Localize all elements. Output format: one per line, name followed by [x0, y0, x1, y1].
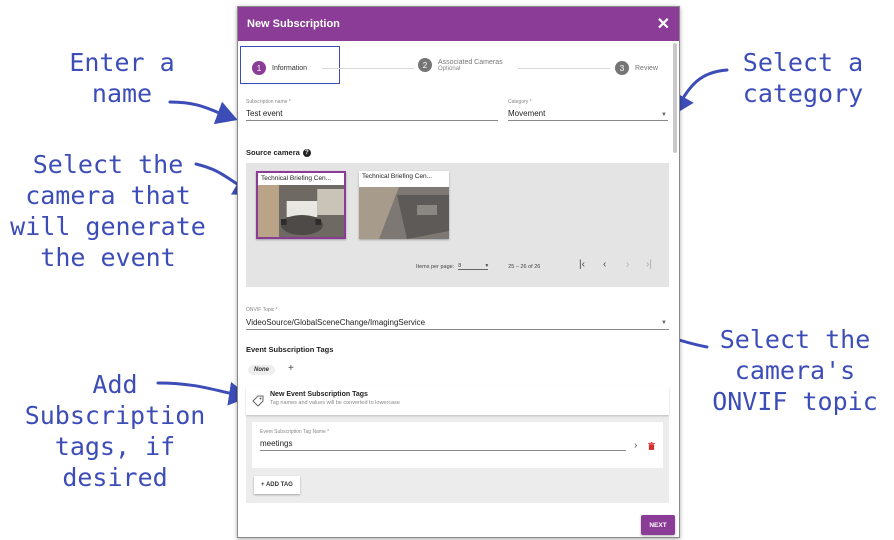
next-button[interactable]: NEXT	[641, 515, 675, 535]
tag-icon	[252, 395, 264, 407]
items-per-page-select[interactable]: 8 ▾	[458, 263, 489, 270]
camera-thumbnail	[359, 187, 449, 239]
chevron-right-icon[interactable]: ›	[634, 440, 637, 451]
step-associated-cameras[interactable]: 2 Associated Cameras Optional	[418, 58, 503, 72]
step-review[interactable]: 3 Review	[615, 61, 658, 75]
chevron-down-icon[interactable]: ▼	[661, 112, 667, 118]
prev-page-icon[interactable]: ‹	[603, 259, 606, 270]
first-page-icon[interactable]: |‹	[579, 259, 585, 270]
camera-thumbnail	[258, 185, 344, 237]
step-label: Review	[635, 64, 658, 72]
stepper: 1 Information 2 Associated Cameras Optio…	[238, 41, 679, 89]
dialog-title: New Subscription	[247, 18, 340, 30]
callout-select-camera: Select the camera that will generate the…	[10, 150, 206, 272]
tag-chip-none[interactable]: None	[248, 365, 275, 375]
camera-card-selected[interactable]: Technical Briefing Cen...	[256, 171, 346, 239]
items-per-page-label: Items per page:	[416, 263, 455, 270]
source-camera-heading: Source camera?	[246, 148, 311, 158]
event-subscription-tags-heading: Event Subscription Tags	[246, 345, 334, 354]
camera-card[interactable]: Technical Briefing Cen...	[359, 171, 449, 239]
last-page-icon[interactable]: ›|	[646, 259, 652, 270]
new-tags-panel: New Event Subscription Tags Tag names an…	[246, 387, 669, 503]
help-icon[interactable]: ?	[302, 149, 311, 158]
delete-icon[interactable]	[648, 442, 655, 450]
subscription-name-label: Subscription name *	[246, 99, 291, 105]
camera-name: Technical Briefing Cen...	[261, 175, 332, 182]
step-sublabel: Optional	[438, 65, 461, 72]
new-subscription-dialog: New Subscription ✕ 1 Information 2 Assoc…	[237, 6, 680, 538]
step-number: 1	[252, 61, 266, 75]
step-connector	[518, 68, 610, 69]
step-number: 2	[418, 58, 432, 72]
chevron-down-icon[interactable]: ▼	[661, 320, 667, 326]
tag-name-label: Event Subscription Tag Name *	[260, 429, 330, 435]
add-tag-button[interactable]: + ADD TAG	[254, 476, 300, 494]
step-information[interactable]: 1 Information	[252, 61, 307, 75]
callout-add-tags: Add Subscription tags, if desired	[24, 370, 206, 492]
source-camera-label: Source camera	[246, 148, 300, 157]
onvif-topic-select[interactable]: VideoSource/GlobalSceneChange/ImagingSer…	[246, 318, 669, 330]
callout-select-onvif: Select the camera's ONVIF topic	[712, 325, 878, 416]
step-number: 3	[615, 61, 629, 75]
new-tags-title: New Event Subscription Tags	[270, 391, 368, 398]
callout-select-category: Select a category	[742, 48, 864, 108]
camera-name: Technical Briefing Cen...	[362, 173, 433, 180]
close-icon[interactable]: ✕	[657, 14, 670, 34]
tag-name-input[interactable]: meetings	[260, 439, 626, 451]
new-tags-header: New Event Subscription Tags Tag names an…	[246, 387, 669, 415]
pagination-bar: Items per page: 8 ▾ 25 – 26 of 26	[416, 263, 540, 270]
camera-grid: Technical Briefing Cen... Technical Brie…	[246, 163, 669, 287]
add-tag-plus-icon[interactable]: +	[288, 363, 294, 374]
subscription-name-input[interactable]: Test event	[246, 109, 498, 121]
step-label: Associated Cameras	[438, 58, 503, 66]
category-label: Category *	[508, 99, 532, 105]
tag-row: Event Subscription Tag Name * meetings ›	[252, 422, 663, 468]
category-select[interactable]: Movement	[508, 109, 668, 121]
step-connector	[322, 68, 414, 69]
dialog-titlebar: New Subscription ✕	[238, 7, 679, 41]
page-range: 25 – 26 of 26	[508, 263, 541, 270]
items-per-page-value: 8	[458, 263, 462, 269]
new-tags-subtitle: Tag names and values will be converted t…	[270, 400, 400, 406]
step-label: Information	[272, 64, 308, 72]
next-page-icon[interactable]: ›	[626, 259, 629, 270]
callout-enter-name: Enter a name	[69, 48, 175, 108]
onvif-topic-label: ONVIF Topic *	[246, 307, 278, 313]
